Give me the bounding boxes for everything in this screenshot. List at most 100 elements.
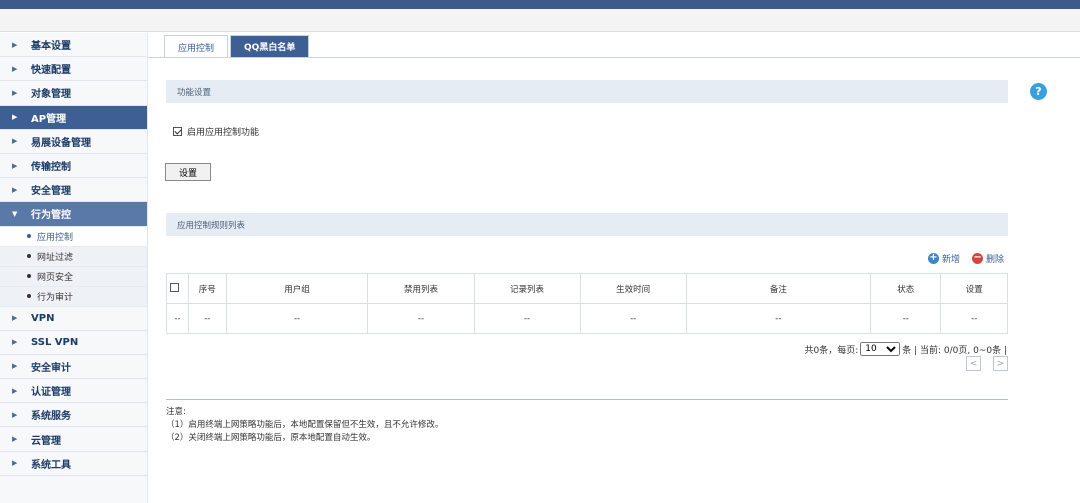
table-cell: -- — [940, 303, 1008, 334]
rules-list-header: 应用控制规则列表 — [166, 213, 1008, 236]
caret-right-icon: ▶ — [12, 161, 18, 170]
sidebar-item-label: VPN — [31, 312, 55, 324]
sidebar-item-system-services[interactable]: ▶ 系统服务 — [0, 403, 147, 428]
table-cell: -- — [367, 303, 475, 334]
caret-right-icon: ▶ — [12, 459, 18, 468]
caret-right-icon: ▶ — [12, 113, 18, 122]
help-icon[interactable]: ? — [1030, 83, 1047, 100]
sidebar-subitem-web-security[interactable]: 网页安全 — [0, 266, 147, 287]
select-all-checkbox[interactable] — [170, 282, 180, 292]
sidebar-item-label: 行为管控 — [31, 210, 71, 222]
caret-down-icon: ▼ — [12, 209, 18, 218]
enable-app-control-checkbox[interactable] — [173, 127, 182, 136]
column-header-remark: 备注 — [685, 273, 872, 304]
bullet-icon — [27, 294, 31, 298]
sidebar-subitem-label: 应用控制 — [37, 232, 74, 243]
delete-label: 删除 — [986, 255, 1005, 265]
sidebar-subitem-url-filter[interactable]: 网址过滤 — [0, 246, 147, 267]
column-header-user-group: 用户组 — [225, 273, 369, 304]
sidebar-item-label: 快速配置 — [31, 65, 71, 77]
sidebar-item-label: 对象管理 — [31, 89, 71, 101]
sidebar-item-label: 易展设备管理 — [31, 137, 91, 149]
sidebar-item-ssl-vpn[interactable]: ▶ SSL VPN — [0, 331, 147, 355]
table-cell: -- — [685, 303, 872, 334]
bullet-icon — [27, 274, 31, 278]
plus-icon: + — [928, 252, 939, 264]
sidebar-subitem-label: 网址过滤 — [37, 252, 74, 263]
column-header-effective-time: 生效时间 — [579, 273, 687, 304]
caret-right-icon: ▶ — [12, 137, 18, 146]
sidebar-item-auth-management[interactable]: ▶ 认证管理 — [0, 379, 147, 404]
caret-right-icon: ▶ — [12, 386, 18, 395]
column-header-block-list: 禁用列表 — [367, 273, 475, 304]
rules-table: 序号 用户组 禁用列表 记录列表 生效时间 备注 状态 设置 -- -- -- … — [166, 273, 1008, 334]
sidebar-item-transmission-control[interactable]: ▶ 传输控制 — [0, 154, 147, 179]
note-line: （1）启用终端上网策略功能后，本地配置保留但不生效，且不允许修改。 — [166, 420, 444, 430]
column-header-settings: 设置 — [940, 273, 1008, 304]
table-actions: + 新增 − 删除 — [928, 252, 1004, 265]
tab-qq-blacklist[interactable]: QQ黑白名单 — [230, 35, 310, 57]
sidebar-item-basic-settings[interactable]: ▶ 基本设置 — [0, 33, 147, 58]
tab-bar: 应用控制 QQ黑白名单 — [164, 35, 311, 58]
caret-right-icon: ▶ — [12, 338, 18, 347]
pagination-status: 条 | 当前: 0/0页, 0~0条 | — [902, 345, 1007, 356]
function-settings-header: 功能设置 — [166, 80, 1008, 103]
sidebar-item-quick-config[interactable]: ▶ 快速配置 — [0, 57, 147, 82]
notes-title: 注意: — [166, 407, 186, 417]
minus-icon: − — [972, 252, 984, 264]
table-row: -- -- -- -- -- -- -- -- -- — [166, 303, 1008, 334]
caret-right-icon: ▶ — [12, 435, 18, 444]
pagination-info: 共0条，每页: 10 条 | 当前: 0/0页, 0~0条 | — [804, 342, 1007, 356]
sidebar-item-label: AP管理 — [31, 113, 67, 125]
table-cell: -- — [166, 303, 189, 334]
enable-app-control-row: 启用应用控制功能 — [173, 125, 259, 138]
sidebar-item-label: 认证管理 — [31, 387, 71, 399]
caret-right-icon: ▶ — [12, 88, 18, 97]
notes-block: 注意: （1）启用终端上网策略功能后，本地配置保留但不生效，且不允许修改。 （2… — [166, 406, 443, 445]
table-cell: -- — [187, 303, 227, 334]
sidebar-item-vpn[interactable]: ▶ VPN — [0, 307, 147, 331]
sidebar-item-cloud-management[interactable]: ▶ 云管理 — [0, 427, 147, 452]
prev-page-button[interactable]: < — [966, 356, 981, 371]
table-cell: -- — [225, 303, 369, 334]
select-all-cell — [166, 273, 189, 304]
table-cell: -- — [870, 303, 942, 334]
notes-divider — [166, 399, 1008, 400]
sidebar-item-object-management[interactable]: ▶ 对象管理 — [0, 81, 147, 106]
header-bar — [0, 9, 1080, 32]
sidebar-subitem-behavior-audit[interactable]: 行为审计 — [0, 286, 147, 307]
sidebar-item-label: 系统服务 — [31, 411, 71, 423]
next-page-button[interactable]: > — [993, 356, 1008, 371]
table-header-row: 序号 用户组 禁用列表 记录列表 生效时间 备注 状态 设置 — [166, 273, 1008, 304]
table-cell: -- — [473, 303, 581, 334]
sidebar-item-label: 安全审计 — [31, 362, 71, 374]
enable-app-control-label: 启用应用控制功能 — [187, 128, 260, 138]
sidebar-item-security-audit[interactable]: ▶ 安全审计 — [0, 355, 147, 380]
sidebar-item-easy-device-management[interactable]: ▶ 易展设备管理 — [0, 130, 147, 154]
column-header-index: 序号 — [187, 273, 227, 304]
per-page-select[interactable]: 10 — [860, 342, 901, 356]
pagination-buttons: < > — [966, 356, 1020, 371]
set-button[interactable]: 设置 — [165, 163, 211, 181]
table-cell: -- — [579, 303, 687, 334]
sidebar-item-label: 云管理 — [31, 435, 61, 447]
tab-app-control[interactable]: 应用控制 — [164, 35, 229, 58]
sidebar-subitem-label: 网页安全 — [37, 272, 74, 283]
add-button[interactable]: + 新增 — [928, 252, 960, 265]
bullet-icon — [27, 234, 31, 238]
sidebar-item-behavior-control[interactable]: ▼ 行为管控 — [0, 202, 147, 227]
sidebar-item-security-management[interactable]: ▶ 安全管理 — [0, 178, 147, 203]
caret-right-icon: ▶ — [12, 410, 18, 419]
sidebar-item-ap-management[interactable]: ▶ AP管理 — [0, 105, 147, 130]
note-line: （2）关闭终端上网策略功能后，原本地配置自动生效。 — [166, 433, 376, 443]
sidebar-item-label: 系统工具 — [31, 459, 71, 471]
sidebar-subitem-app-control[interactable]: 应用控制 — [0, 226, 147, 247]
sidebar: ▶ 基本设置 ▶ 快速配置 ▶ 对象管理 ▶ AP管理 ▶ 易展设备管理 ▶ 传输控制 ▶ 安… — [0, 33, 148, 503]
caret-right-icon: ▶ — [12, 185, 18, 194]
bullet-icon — [27, 254, 31, 258]
sidebar-item-label: 基本设置 — [31, 41, 71, 53]
sidebar-item-system-tools[interactable]: ▶ 系统工具 — [0, 452, 147, 476]
delete-button[interactable]: − 删除 — [972, 252, 1004, 265]
caret-right-icon: ▶ — [12, 314, 18, 323]
add-label: 新增 — [942, 255, 961, 265]
